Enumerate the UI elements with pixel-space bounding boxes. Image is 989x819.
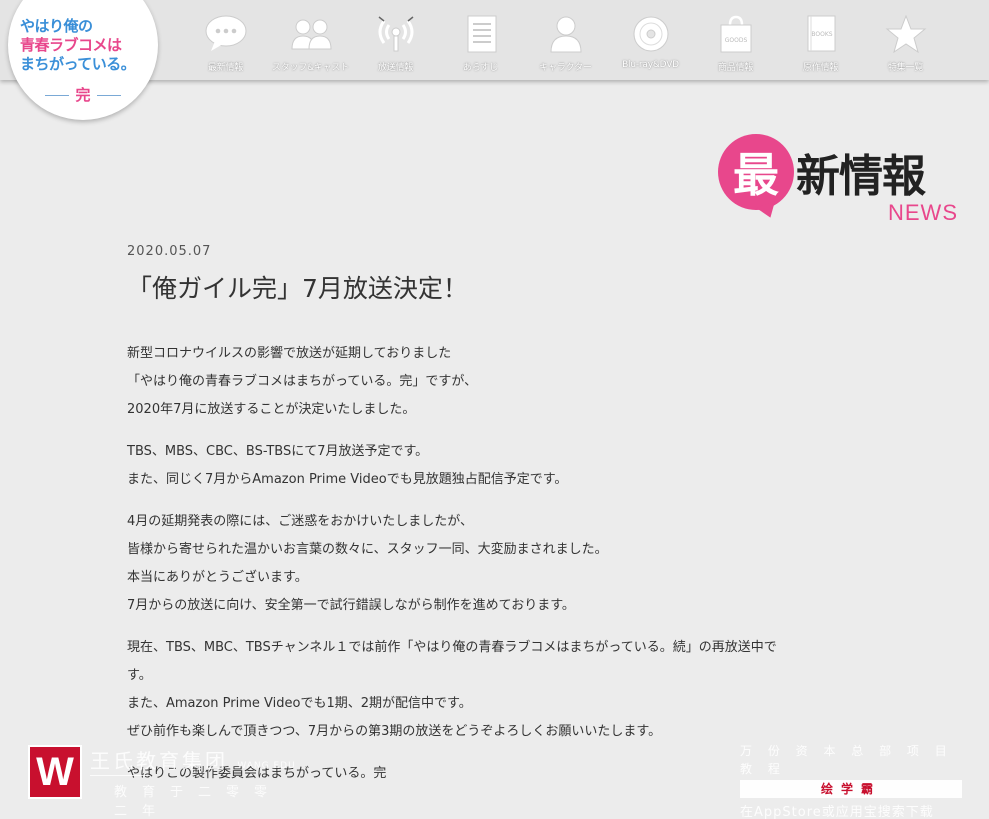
article-line: 現在、TBS、MBC、TBSチャンネル１では前作「やはり俺の青春ラブコメはまちが… [127,640,777,655]
logo-line-2: 青春ラブコメは [20,36,122,54]
logo-line-3: まちがっている。 [20,55,136,73]
article-title: 「俺ガイル完」7月放送決定！ [127,274,468,303]
watermark-left-small: WANG EDU [237,761,296,771]
article-line: 本当にありがとうございます。 [127,570,308,585]
article-line: TBS、MBS、CBC、BS-TBSにて7月放送予定です。 [127,444,429,459]
nav-label: キャラクター [539,63,592,73]
goods-bag-icon: GOODS [714,14,758,54]
nav-label: 原作情報 [802,63,839,73]
people-icon [289,14,333,54]
logo-kan: 完 [8,84,158,105]
article-line: また、同じく7月からAmazon Prime Videoでも見放題独占配信予定で… [127,472,568,487]
nav-item-staff-cast[interactable]: スタッフ&キャスト [268,0,353,80]
watermark-right-line2: 绘学霸 [740,780,962,798]
watermark-left: W 王氏教育集团 WANG EDU 教育于二零零二年 [28,745,308,819]
disc-icon [629,14,673,54]
section-heading: 最 新情報 NEWS [718,134,958,229]
nav-label: 放送情報 [377,63,414,73]
nav-label: 特集一覧 [887,63,924,73]
section-heading-bubble: 最 [718,134,794,210]
document-icon [459,14,503,54]
watermark-logo: W [28,745,82,799]
watermark-right: 万 份 资 本 总 部 项 目 教 程 绘学霸 在AppStore或应用宝搜索下… [740,742,962,819]
nav-label: 商品情報 [717,63,754,73]
section-heading-subtitle: NEWS [888,200,958,225]
nav-item-news[interactable]: 最新情報 [183,0,268,80]
article-line: ぜひ前作も楽しんで頂きつつ、7月からの第3期の放送をどうぞよろしくお願いいたしま… [127,724,662,739]
star-icon [884,14,928,54]
nav-label: Blu-ray&DVD [622,60,679,70]
speech-bubble-icon [204,14,248,54]
nav-label: スタッフ&キャスト [271,63,350,73]
watermark-divider [90,775,150,776]
nav-label: 最新情報 [207,63,244,73]
article-date: 2020.05.07 [127,244,212,259]
nav-label: あらすじ [462,63,499,73]
article-line: 2020年7月に放送することが決定いたしました。 [127,402,416,417]
article-line: 新型コロナウイルスの影響で放送が延期しておりました [127,346,452,361]
site-logo[interactable]: やはり俺の 青春ラブコメは まちがっている。 完 [8,0,158,120]
watermark-right-line3: 在AppStore或应用宝搜索下载 [740,805,934,819]
article-paragraph: 新型コロナウイルスの影響で放送が延期しておりました 「やはり俺の青春ラブコメはま… [127,340,847,424]
broadcast-icon [374,14,418,54]
logo-line-1: やはり俺の [20,17,93,35]
article-line: す。 [127,668,152,683]
article-paragraph: TBS、MBS、CBC、BS-TBSにて7月放送予定です。 また、同じく7月から… [127,438,847,494]
watermark-left-line1: 王氏教育集团 [90,749,228,773]
watermark-left-line2: 教育于二零零二年 [114,785,283,819]
watermark-left-title: 王氏教育集团 WANG EDU [90,745,296,774]
nav-item-bluray-dvd[interactable]: Blu-ray&DVD [608,0,693,80]
article-line: 4月の延期発表の際には、ご迷惑をおかけいたしましたが、 [127,514,474,529]
nav-item-original-work[interactable]: BOOKS 原作情報 [778,0,863,80]
book-icon: BOOKS [799,14,843,54]
nav-item-story[interactable]: あらすじ [438,0,523,80]
article-body: 新型コロナウイルスの影響で放送が延期しておりました 「やはり俺の青春ラブコメはま… [127,340,847,802]
article-line: 7月からの放送に向け、安全第一で試行錯誤しながら制作を進めております。 [127,598,575,613]
page: 最新情報 スタッフ&キャスト 放送情報 あらすじ キャラクター Blu-ray&… [0,0,989,819]
nav-item-goods[interactable]: GOODS 商品情報 [693,0,778,80]
article-paragraph: 現在、TBS、MBC、TBSチャンネル１では前作「やはり俺の青春ラブコメはまちが… [127,634,847,746]
nav-item-character[interactable]: キャラクター [523,0,608,80]
global-nav: 最新情報 スタッフ&キャスト 放送情報 あらすじ キャラクター Blu-ray&… [183,0,948,80]
section-heading-title: 新情報 [796,151,926,202]
article-paragraph: 4月の延期発表の際には、ご迷惑をおかけいたしましたが、 皆様から寄せられた温かい… [127,508,847,620]
watermark-right-line1: 万 份 资 本 总 部 项 目 教 程 [740,744,953,776]
books-text: BOOKS [811,31,832,38]
person-icon [544,14,588,54]
article-line: 「やはり俺の青春ラブコメはまちがっている。完」ですが、 [127,374,478,389]
goods-text: GOODS [724,37,747,44]
article-line: また、Amazon Prime Videoでも1期、2期が配信中です。 [127,696,472,711]
article-line: 皆様から寄せられた温かいお言葉の数々に、スタッフ一同、大変励まされました。 [127,542,608,557]
nav-item-features[interactable]: 特集一覧 [863,0,948,80]
nav-item-broadcast[interactable]: 放送情報 [353,0,438,80]
